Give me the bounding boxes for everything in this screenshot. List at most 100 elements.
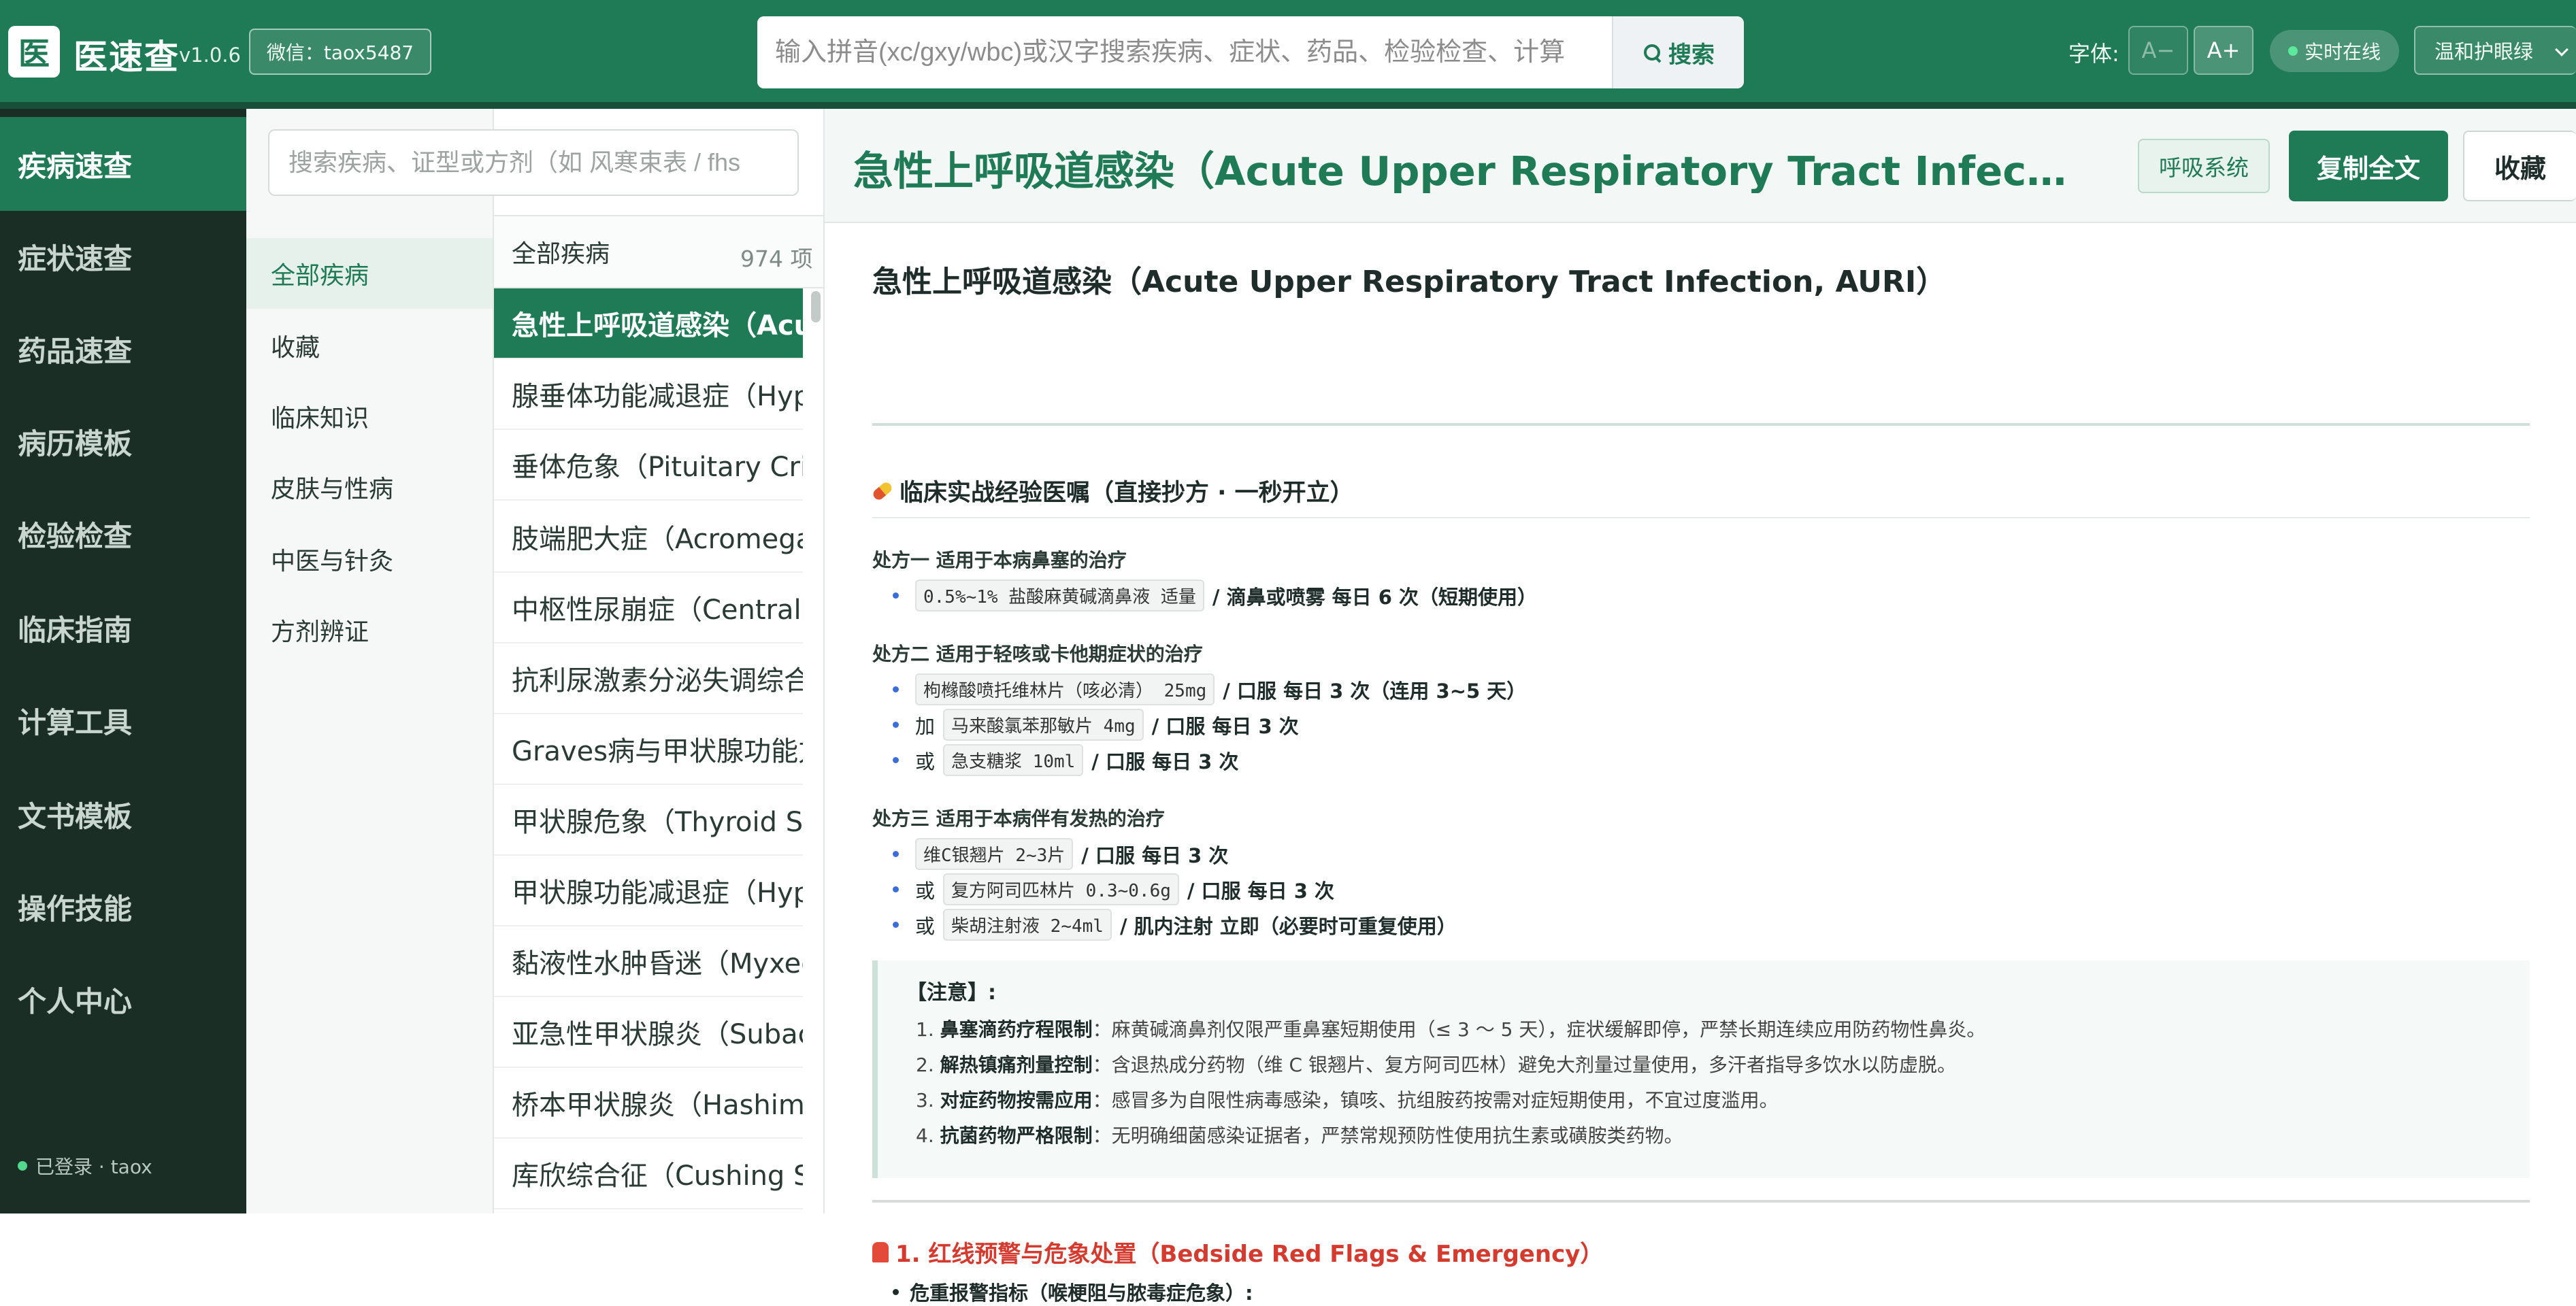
list-item[interactable]: Graves病与甲状腺功能亢进症	[494, 714, 803, 785]
document-title: 急性上呼吸道感染（Acute Upper Respiratory Tract I…	[872, 265, 1947, 299]
drug-name[interactable]: 枸橼酸喷托维林片（咳必清） 25mg	[915, 673, 1215, 705]
section-divider	[872, 1200, 2530, 1203]
search-button-label: 搜索	[1668, 41, 1715, 69]
title-divider	[872, 423, 2530, 426]
prescription-line: 维C银翘片 2~3片 / 口服 每日 3 次	[893, 838, 1228, 870]
copy-all-button[interactable]: 复制全文	[2289, 131, 2448, 201]
notice-label: 对症药物按需应用	[940, 1089, 1093, 1111]
drug-usage: / 肌内注射 立即（必要时可重复使用）	[1119, 914, 1457, 938]
theme-select[interactable]: 温和护眼绿	[2414, 26, 2576, 75]
category-favorites[interactable]: 收藏	[246, 310, 493, 381]
nav-item-document-templates[interactable]: 文书模板	[0, 767, 246, 861]
notice-item: 1. 鼻塞滴药疗程限制：麻黄碱滴鼻剂仅限严重鼻塞短期使用（≤ 3 ～ 5 天），…	[916, 1015, 1985, 1042]
category-tcm-acupuncture[interactable]: 中医与针灸	[246, 524, 493, 595]
list-item[interactable]: 甲状腺危象（Thyroid Storm）	[494, 785, 803, 856]
live-status-badge: 实时在线	[2270, 30, 2399, 72]
main-sidebar: 疾病速查 症状速查 药品速查 病历模板 检验检查 临床指南 计算工具 文书模板 …	[0, 109, 246, 1213]
prescription-line: 或 急支糖浆 10ml / 口服 每日 3 次	[893, 744, 1238, 776]
app-version: v1.0.6	[179, 44, 241, 67]
drug-name[interactable]: 急支糖浆 10ml	[943, 744, 1084, 776]
prescription-line: 0.5%~1% 盐酸麻黄碱滴鼻液 适量 / 滴鼻或喷雾 每日 6 次（短期使用）	[893, 580, 1537, 612]
list-item[interactable]: 黏液性水肿昏迷（Myxedema Coma）	[494, 926, 803, 997]
system-tag[interactable]: 呼吸系统	[2138, 139, 2270, 193]
app-logo[interactable]: 医	[8, 26, 60, 78]
list-item[interactable]: 库欣综合征（Cushing Syndrome）	[494, 1139, 803, 1209]
global-search-input[interactable]	[757, 16, 1612, 88]
list-item[interactable]: 甲状腺功能减退症（Hypothyroidism）	[494, 856, 803, 926]
drug-usage: / 口服 每日 3 次	[1187, 879, 1335, 903]
list-item[interactable]: 垂体危象（Pituitary Crisis）	[494, 430, 803, 501]
prescription-heading: 处方三 适用于本病伴有发热的治疗	[872, 807, 1165, 830]
section-divider	[872, 517, 2530, 518]
list-item[interactable]: 肢端肥大症（Acromegaly）	[494, 502, 803, 573]
prescription-line: 枸橼酸喷托维林片（咳必清） 25mg / 口服 每日 3 次（连用 3~5 天）	[893, 673, 1526, 705]
notice-text: ：感冒多为自限性病毒感染，镇咳、抗组胺药按需对症短期使用，不宜过度滥用。	[1092, 1089, 1779, 1111]
nav-item-lab-tests[interactable]: 检验检查	[0, 487, 246, 581]
login-status: 已登录 · taox	[18, 1152, 152, 1179]
nav-item-record-templates[interactable]: 病历模板	[0, 395, 246, 488]
nav-item-disease-lookup[interactable]: 疾病速查	[0, 117, 246, 211]
list-item[interactable]: 中枢性尿崩症（Central Diabetes Insipidus）	[494, 573, 803, 643]
bullet-icon	[893, 722, 899, 728]
category-clinical-knowledge[interactable]: 临床知识	[246, 381, 493, 452]
theme-select-value: 温和护眼绿	[2434, 40, 2534, 63]
clinical-orders-heading: 临床实战经验医嘱（直接抄方 · 一秒开立）	[871, 473, 1354, 508]
list-item[interactable]: 急性上呼吸道感染（Acute Upper Respiratory Tract I…	[494, 288, 803, 359]
notice-number: 4.	[916, 1124, 934, 1147]
category-dermatology[interactable]: 皮肤与性病	[246, 452, 493, 522]
list-scrollbar[interactable]	[811, 291, 821, 322]
category-search-input[interactable]	[268, 129, 799, 196]
list-item[interactable]: 腺垂体功能减退症（Hypopituitarism）	[494, 359, 803, 430]
drug-prefix: 或	[915, 914, 936, 938]
favorite-button[interactable]: 收藏	[2463, 131, 2576, 201]
disease-list-panel: 全部疾病 974 项 急性上呼吸道感染（Acute Upper Respirat…	[494, 109, 825, 1213]
notice-label: 解热镇痛剂量控制	[940, 1054, 1093, 1076]
wechat-badge[interactable]: 微信：taox5487	[249, 29, 431, 75]
list-item[interactable]: 抗利尿激素分泌失调综合征	[494, 643, 803, 714]
live-status-label: 实时在线	[2304, 41, 2381, 63]
drug-name[interactable]: 0.5%~1% 盐酸麻黄碱滴鼻液 适量	[915, 580, 1204, 612]
category-formula-syndrome[interactable]: 方剂辨证	[246, 595, 493, 665]
drug-usage: / 口服 每日 3 次（连用 3~5 天）	[1223, 679, 1527, 703]
drug-prefix: 或	[915, 750, 936, 773]
red-flags-subtitle: 危重报警指标（喉梗阻与脓毒症危象）:	[910, 1282, 1253, 1305]
status-dot-icon	[2288, 46, 2298, 56]
category-all-diseases[interactable]: 全部疾病	[246, 238, 493, 309]
drug-prefix: 或	[915, 879, 936, 903]
bullet-icon	[893, 592, 899, 599]
notice-text: ：无明确细菌感染证据者，严禁常规预防性使用抗生素或磺胺类药物。	[1092, 1124, 1683, 1147]
disease-detail-panel: 急性上呼吸道感染（Acute Upper Respiratory Tract I…	[825, 109, 2576, 1305]
nav-item-clinical-guides[interactable]: 临床指南	[0, 581, 246, 675]
nav-item-procedures[interactable]: 操作技能	[0, 860, 246, 954]
drug-name[interactable]: 复方阿司匹林片 0.3~0.6g	[943, 873, 1179, 905]
bullet-icon	[893, 886, 899, 892]
nav-item-drug-lookup[interactable]: 药品速查	[0, 302, 246, 396]
drug-name[interactable]: 柴胡注射液 2~4ml	[943, 909, 1112, 941]
search-button[interactable]: 搜索	[1612, 16, 1744, 88]
notice-number: 1.	[916, 1018, 934, 1041]
nav-item-profile[interactable]: 个人中心	[0, 952, 246, 1046]
list-item[interactable]: 亚急性甲状腺炎（Subacute Thyroiditis）	[494, 997, 803, 1068]
drug-prefix: 加	[915, 714, 936, 738]
drug-name[interactable]: 马来酸氯苯那敏片 4mg	[943, 709, 1144, 741]
red-flags-item: 危重报警指标（喉梗阻与脓毒症危象）:	[893, 1277, 1253, 1306]
app-name: 医速查	[73, 37, 180, 77]
notice-number: 2.	[916, 1054, 934, 1076]
notice-title: 【注意】:	[906, 981, 996, 1005]
disease-list-header: 全部疾病 974 项	[494, 215, 823, 288]
prescription-heading: 处方一 适用于本病鼻塞的治疗	[872, 549, 1127, 571]
prescription-line: 或 柴胡注射液 2~4ml / 肌内注射 立即（必要时可重复使用）	[893, 909, 1457, 941]
notice-label: 抗菌药物严格限制	[940, 1124, 1093, 1147]
font-increase-button[interactable]: A+	[2194, 26, 2253, 75]
nav-item-symptom-lookup[interactable]: 症状速查	[0, 210, 246, 303]
bullet-icon	[893, 851, 899, 857]
chevron-down-icon	[2555, 43, 2569, 56]
bullet-icon	[893, 922, 899, 928]
notice-block: 【注意】: 1. 鼻塞滴药疗程限制：麻黄碱滴鼻剂仅限严重鼻塞短期使用（≤ 3 ～…	[872, 960, 2530, 1178]
font-decrease-button[interactable]: A−	[2128, 26, 2188, 75]
drug-usage: / 口服 每日 3 次	[1151, 714, 1299, 738]
nav-item-calculators[interactable]: 计算工具	[0, 673, 246, 767]
list-item[interactable]: 桥本甲状腺炎（Hashimoto's Thyroiditis）	[494, 1068, 803, 1139]
drug-name[interactable]: 维C银翘片 2~3片	[915, 838, 1074, 870]
red-flags-title: 1. 红线预警与危象处置（Bedside Red Flags & Emergen…	[895, 1241, 1604, 1268]
